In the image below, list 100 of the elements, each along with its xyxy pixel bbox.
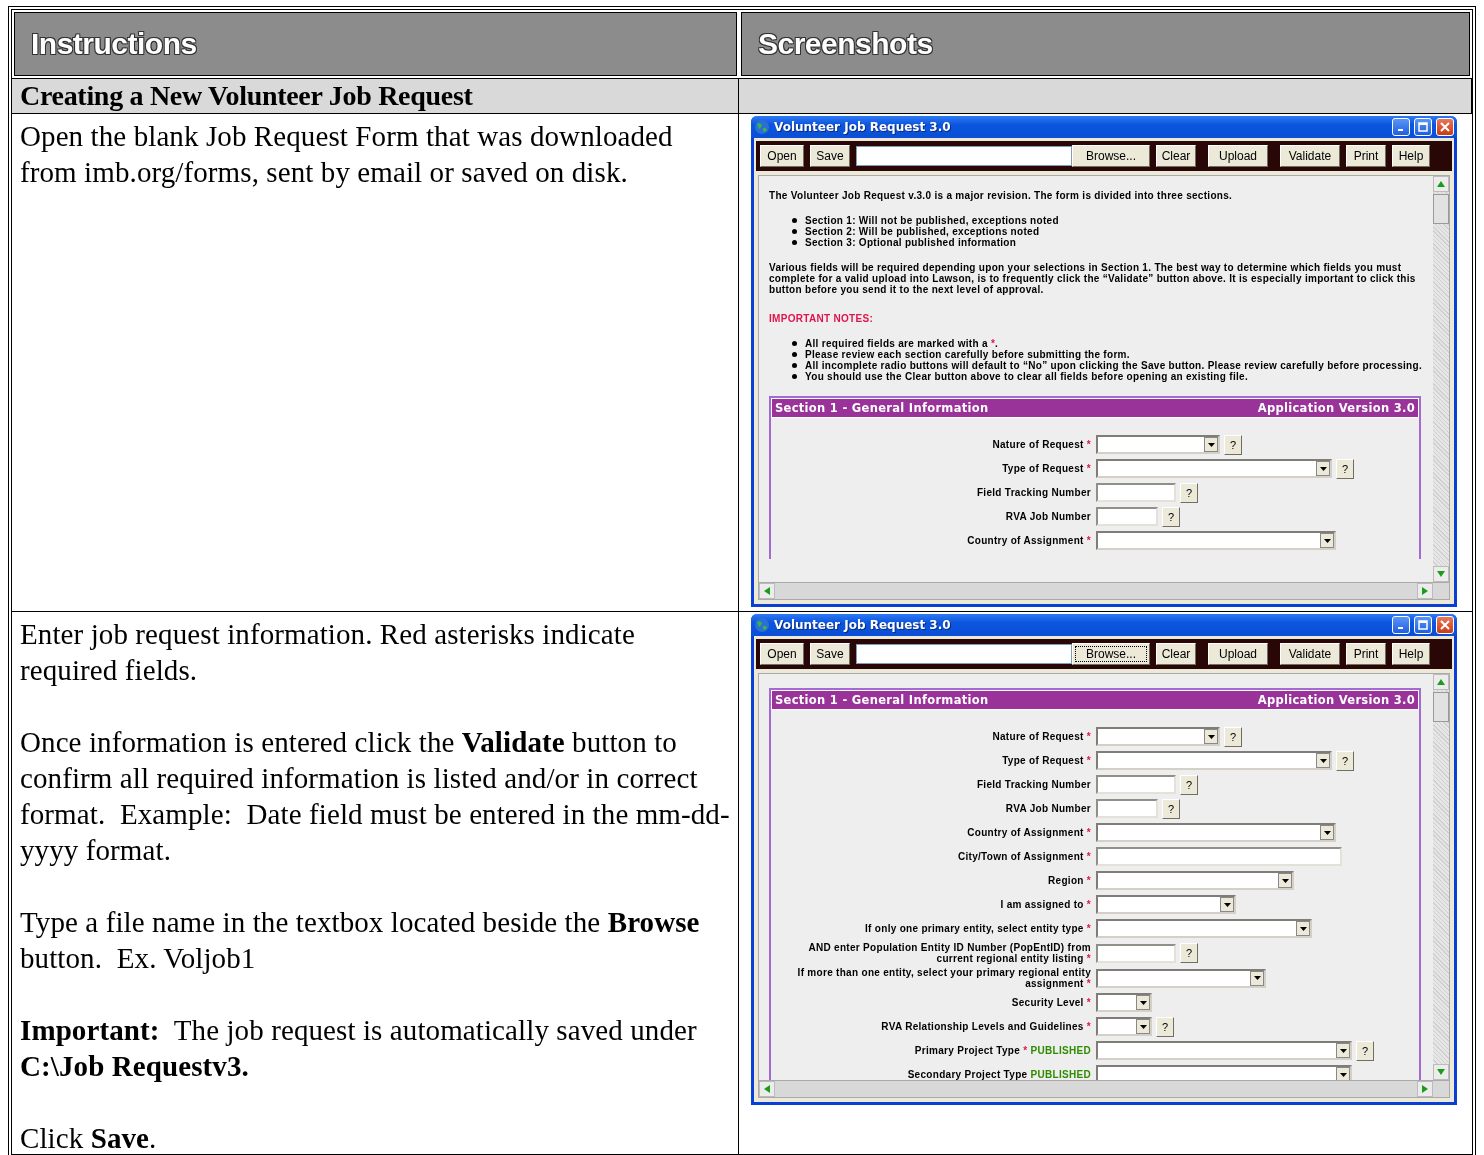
- list-item: Section 2: Will be published, exceptions noted: [805, 226, 1040, 237]
- instruction-text: Click Save.: [20, 1121, 158, 1154]
- caret-icon: [1296, 921, 1310, 936]
- help-button[interactable]: ?: [1156, 1016, 1174, 1037]
- dropdown[interactable]: [1096, 968, 1266, 988]
- horizontal-scrollbar[interactable]: [758, 583, 1450, 600]
- scroll-thumb[interactable]: [1433, 194, 1449, 224]
- help-button[interactable]: ?: [1336, 750, 1354, 771]
- caret-icon: [1336, 1067, 1350, 1080]
- window-title: Volunteer Job Request 3.0: [774, 120, 952, 134]
- close-button[interactable]: [1436, 616, 1454, 634]
- toolbar-button[interactable]: Open: [760, 145, 804, 167]
- text-input[interactable]: [1096, 507, 1158, 526]
- dropdown[interactable]: [1096, 993, 1152, 1012]
- caret-icon: [1320, 533, 1334, 548]
- instruction-text: Type a file name in the textbox located beside the Browse button. Ex. Voljob1: [20, 905, 701, 976]
- caret-icon: [1136, 995, 1150, 1010]
- scroll-down-icon: [1437, 571, 1445, 577]
- list-item: All required fields are marked with a *.: [805, 338, 999, 349]
- text-input[interactable]: [1096, 943, 1176, 963]
- field-label: Nature of Request *: [991, 439, 1091, 450]
- dropdown[interactable]: [1096, 435, 1220, 454]
- vertical-scrollbar[interactable]: [1433, 674, 1449, 1080]
- minimize-button[interactable]: [1392, 616, 1410, 634]
- field-label: City/Town of Assignment *: [956, 851, 1091, 862]
- text-input[interactable]: [1096, 847, 1342, 866]
- help-button[interactable]: ?: [1356, 1040, 1374, 1061]
- field-label: Nature of Request *: [991, 731, 1091, 742]
- dropdown[interactable]: [1096, 751, 1332, 770]
- scroll-right-icon: [1422, 587, 1428, 595]
- dropdown[interactable]: [1096, 895, 1236, 914]
- field-label: RVA Job Number: [1004, 511, 1091, 522]
- instruction-text: Important: The job request is automatically saved under C:\Job Requestv3.: [20, 1013, 698, 1084]
- scroll-down-icon: [1437, 1069, 1445, 1075]
- minimize-button[interactable]: [1392, 118, 1410, 136]
- dropdown[interactable]: [1096, 459, 1332, 478]
- caret-icon: [1220, 897, 1234, 912]
- toolbar-button[interactable]: Open: [760, 643, 804, 665]
- text-input[interactable]: [1096, 483, 1176, 502]
- toolbar-button[interactable]: Save: [810, 145, 850, 167]
- maximize-button[interactable]: [1414, 616, 1432, 634]
- toolbar-button[interactable]: Browse...: [1072, 643, 1150, 665]
- dropdown[interactable]: [1096, 919, 1312, 938]
- file-name-field[interactable]: [856, 644, 1072, 664]
- help-button[interactable]: ?: [1180, 943, 1198, 963]
- help-button[interactable]: ?: [1180, 774, 1198, 795]
- help-button[interactable]: ?: [1224, 434, 1242, 455]
- caret-icon: [1278, 873, 1292, 888]
- toolbar-button[interactable]: Validate: [1280, 145, 1340, 167]
- dropdown[interactable]: [1096, 823, 1336, 842]
- caret-icon: [1136, 1019, 1150, 1034]
- section-title: Section 1 - General Information: [775, 401, 989, 415]
- instruction-text: Open the blank Job Request Form that was downloaded from imb.org/forms, sent by email or saved on disk.: [20, 119, 674, 190]
- toolbar-button[interactable]: Upload: [1208, 643, 1268, 665]
- file-name-field[interactable]: [856, 146, 1072, 166]
- maximize-button[interactable]: [1414, 118, 1432, 136]
- field-label: Primary Project Type * PUBLISHED: [913, 1045, 1091, 1056]
- toolbar-button[interactable]: Upload: [1208, 145, 1268, 167]
- list-item: All incomplete radio buttons will default to “No” upon clicking the Save button. Please review carefully before processing.: [805, 360, 1422, 371]
- section-title: Section 1 - General Information: [775, 693, 989, 707]
- field-label: Field Tracking Number: [975, 487, 1091, 498]
- horizontal-scrollbar[interactable]: [758, 1081, 1450, 1098]
- field-label: RVA Job Number: [1004, 803, 1091, 814]
- column-title: Screenshots: [758, 27, 933, 61]
- help-button[interactable]: ?: [1224, 726, 1242, 747]
- caret-icon: [1336, 1043, 1350, 1058]
- bullet-icon: [792, 374, 797, 379]
- bullet-icon: [792, 240, 797, 245]
- help-button[interactable]: ?: [1162, 506, 1180, 527]
- dropdown[interactable]: [1096, 1065, 1352, 1080]
- field-label: Country of Assignment *: [966, 827, 1091, 838]
- dropdown[interactable]: [1096, 1041, 1352, 1060]
- text-input[interactable]: [1096, 799, 1158, 818]
- text-input[interactable]: [1096, 775, 1176, 794]
- toolbar-button[interactable]: Print: [1346, 643, 1386, 665]
- toolbar-button[interactable]: Clear: [1156, 145, 1196, 167]
- notes-title: IMPORTANT NOTES:: [769, 313, 875, 324]
- help-button[interactable]: ?: [1162, 798, 1180, 819]
- toolbar-button[interactable]: Clear: [1156, 643, 1196, 665]
- scroll-up-icon: [1437, 679, 1445, 685]
- toolbar-button[interactable]: Save: [810, 643, 850, 665]
- dropdown[interactable]: [1096, 1017, 1152, 1036]
- column-title: Instructions: [31, 27, 197, 61]
- caret-icon: [1316, 753, 1330, 768]
- scroll-up-icon: [1437, 181, 1445, 187]
- dropdown[interactable]: [1096, 871, 1294, 890]
- toolbar-button[interactable]: Print: [1346, 145, 1386, 167]
- help-button[interactable]: ?: [1336, 458, 1354, 479]
- dropdown[interactable]: [1096, 531, 1336, 550]
- toolbar-button[interactable]: Help: [1392, 145, 1430, 167]
- dropdown[interactable]: [1096, 727, 1220, 746]
- instruction-text: Once information is entered click the Validate button to confirm all required information is listed and/or in correct format. Example: Date field must be entered in the mm-dd-yyyy format.: [20, 725, 730, 868]
- globe-icon: [754, 119, 770, 135]
- toolbar-button[interactable]: Browse...: [1072, 145, 1150, 167]
- scroll-thumb[interactable]: [1433, 692, 1449, 722]
- vertical-scrollbar[interactable]: [1433, 176, 1449, 582]
- close-button[interactable]: [1436, 118, 1454, 136]
- help-button[interactable]: ?: [1180, 482, 1198, 503]
- toolbar-button[interactable]: Validate: [1280, 643, 1340, 665]
- toolbar-button[interactable]: Help: [1392, 643, 1430, 665]
